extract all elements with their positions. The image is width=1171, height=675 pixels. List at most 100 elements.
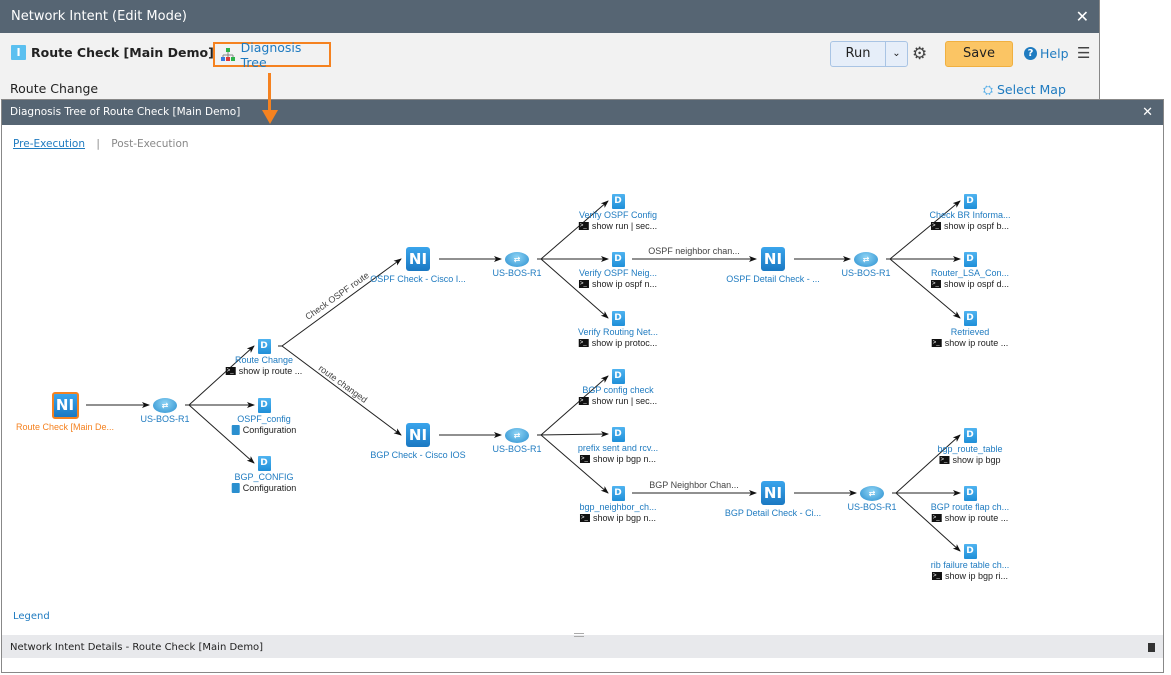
diagnosis-icon[interactable]: D (963, 251, 977, 267)
node-command: >_ show ip ospf d... (930, 278, 1010, 289)
terminal-icon: >_ (931, 571, 942, 580)
command-text: show run | sec... (591, 395, 658, 406)
node-label[interactable]: US-BOS-R1 (492, 268, 541, 278)
diagnosis-icon[interactable]: D (963, 485, 977, 501)
node-label[interactable]: bgp_route_table (937, 444, 1002, 454)
node-command: >_ show ip route ... (931, 337, 1009, 348)
terminal-icon: >_ (930, 279, 941, 288)
node-command: >_ show ip bgp n... (579, 453, 657, 464)
command-text: show ip protoc... (591, 337, 658, 348)
node-command: >_ show run | sec... (578, 395, 658, 406)
node-command: Configuration (231, 482, 297, 493)
diagnosis-icon[interactable]: D (611, 485, 625, 501)
diagnosis-icon[interactable]: D (257, 455, 271, 471)
command-text: show ip ospf d... (943, 278, 1010, 289)
network-intent-icon[interactable]: NI (761, 247, 785, 271)
diagnosis-icon[interactable]: D (257, 397, 271, 413)
command-text: show run | sec... (591, 220, 658, 231)
command-text: Configuration (242, 424, 297, 435)
node-label[interactable]: Retrieved (951, 327, 990, 337)
config-icon (231, 482, 240, 493)
node-label[interactable]: US-BOS-R1 (492, 444, 541, 454)
diagnosis-icon[interactable]: D (611, 193, 625, 209)
router-icon[interactable]: ⇄ (860, 485, 884, 501)
router-icon[interactable]: ⇄ (505, 427, 529, 443)
node-label[interactable]: US-BOS-R1 (140, 414, 189, 424)
diagnosis-icon[interactable]: D (611, 368, 625, 384)
router-icon[interactable]: ⇄ (505, 251, 529, 267)
terminal-icon: >_ (579, 454, 590, 463)
node-label[interactable]: rib failure table ch... (931, 560, 1010, 570)
command-text: show ip bgp n... (592, 512, 657, 523)
node-label[interactable]: Verify OSPF Neig... (579, 268, 657, 278)
node-command: >_ show ip ospf n... (578, 278, 658, 289)
node-label[interactable]: BGP Detail Check - Ci... (725, 508, 821, 518)
node-label[interactable]: Check BR Informa... (929, 210, 1010, 220)
tree-edge (278, 345, 402, 436)
diagnosis-icon[interactable]: D (611, 426, 625, 442)
node-label[interactable]: Router_LSA_Con... (931, 268, 1009, 278)
diagnosis-icon[interactable]: D (963, 427, 977, 443)
node-label[interactable]: Verify OSPF Config (579, 210, 657, 220)
node-label[interactable]: Route Check [Main De... (16, 422, 114, 432)
node-label[interactable]: BGP_CONFIG (234, 472, 293, 482)
command-text: show ip ospf b... (943, 220, 1010, 231)
terminal-icon: >_ (225, 366, 236, 375)
node-label[interactable]: OSPF Detail Check - ... (726, 274, 820, 284)
node-command: >_ show ip ospf b... (930, 220, 1010, 231)
node-label[interactable]: OSPF Check - Cisco I... (370, 274, 466, 284)
router-icon[interactable]: ⇄ (153, 397, 177, 413)
diagnosis-icon[interactable]: D (257, 338, 271, 354)
router-icon[interactable]: ⇄ (854, 251, 878, 267)
network-intent-icon[interactable]: NI (51, 391, 79, 419)
diagnosis-icon[interactable]: D (963, 310, 977, 326)
terminal-icon: >_ (579, 513, 590, 522)
node-command: >_ show ip protoc... (578, 337, 658, 348)
network-intent-icon[interactable]: NI (406, 247, 430, 271)
terminal-icon: >_ (578, 396, 589, 405)
node-label[interactable]: US-BOS-R1 (841, 268, 890, 278)
edge-label: BGP Neighbor Chan... (649, 480, 739, 490)
terminal-icon: >_ (578, 221, 589, 230)
tree-edge (536, 431, 609, 438)
command-text: show ip ospf n... (591, 278, 658, 289)
diagnosis-icon[interactable]: D (611, 310, 625, 326)
node-label[interactable]: BGP config check (582, 385, 653, 395)
command-text: show ip route ... (238, 365, 303, 376)
node-label[interactable]: prefix sent and rcv... (578, 443, 658, 453)
node-command: >_ show ip bgp (939, 454, 1001, 465)
node-label[interactable]: BGP Check - Cisco IOS (370, 450, 465, 460)
command-text: show ip route ... (944, 512, 1009, 523)
command-text: show ip bgp ri... (944, 570, 1009, 581)
node-command: >_ show ip bgp ri... (931, 570, 1009, 581)
node-command: >_ show ip bgp n... (579, 512, 657, 523)
terminal-icon: >_ (931, 513, 942, 522)
diagnosis-icon[interactable]: D (963, 543, 977, 559)
network-intent-icon[interactable]: NI (761, 481, 785, 505)
node-label[interactable]: Verify Routing Net... (578, 327, 658, 337)
terminal-icon: >_ (578, 279, 589, 288)
terminal-icon: >_ (931, 338, 942, 347)
node-command: >_ show ip route ... (225, 365, 303, 376)
diagnosis-icon[interactable]: D (611, 251, 625, 267)
node-label[interactable]: BGP route flap ch... (931, 502, 1009, 512)
terminal-icon: >_ (578, 338, 589, 347)
node-label[interactable]: bgp_neighbor_ch... (579, 502, 656, 512)
command-text: Configuration (242, 482, 297, 493)
node-command: >_ show ip route ... (931, 512, 1009, 523)
command-text: show ip bgp n... (592, 453, 657, 464)
edge-label: OSPF neighbor chan... (648, 246, 740, 256)
node-command: Configuration (231, 424, 297, 435)
config-icon (231, 424, 240, 435)
command-text: show ip route ... (944, 337, 1009, 348)
node-label[interactable]: OSPF_config (237, 414, 291, 424)
terminal-icon: >_ (930, 221, 941, 230)
tree-edge (278, 258, 402, 347)
diagnosis-icon[interactable]: D (963, 193, 977, 209)
node-command: >_ show run | sec... (578, 220, 658, 231)
terminal-icon: >_ (939, 455, 950, 464)
command-text: show ip bgp (952, 454, 1001, 465)
node-label[interactable]: US-BOS-R1 (847, 502, 896, 512)
network-intent-icon[interactable]: NI (406, 423, 430, 447)
node-label[interactable]: Route Change (235, 355, 293, 365)
